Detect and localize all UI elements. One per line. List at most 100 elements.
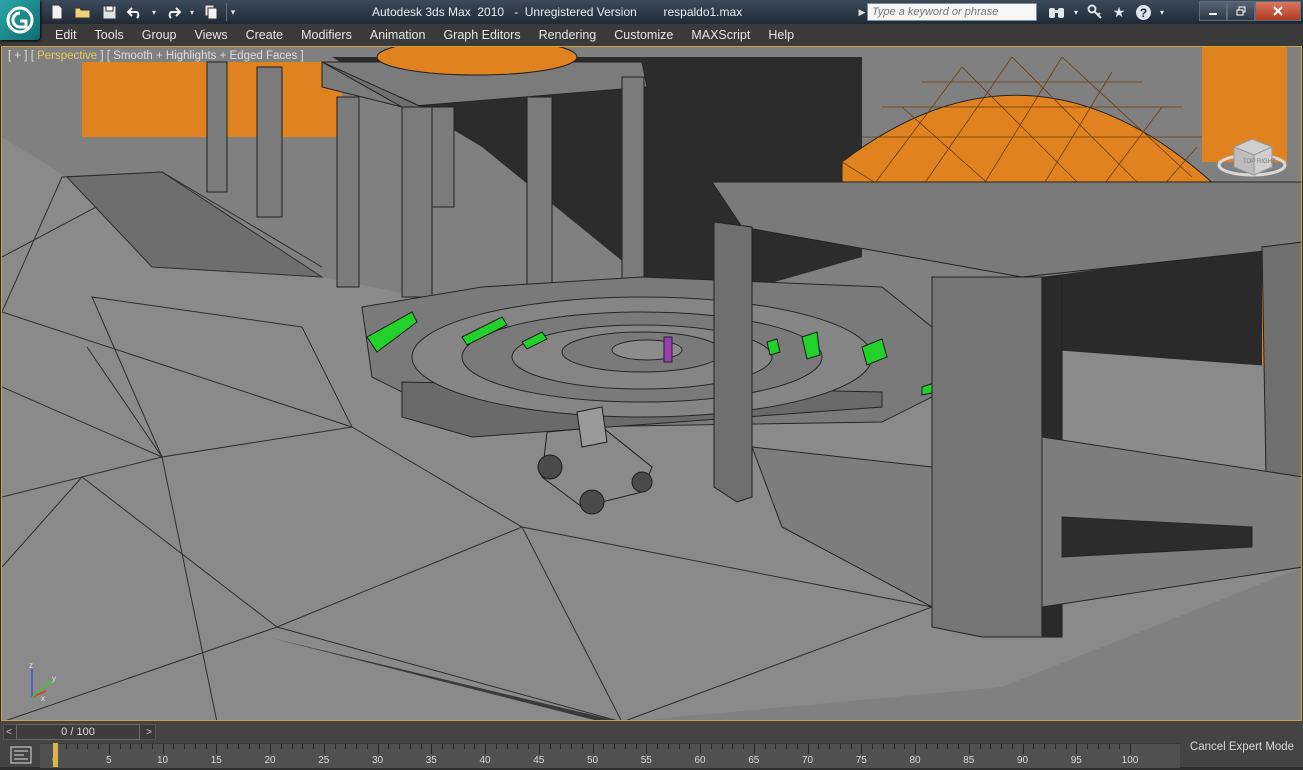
cancel-expert-mode-button[interactable]: Cancel Expert Mode xyxy=(1181,727,1303,767)
time-slider-next-icon[interactable]: > xyxy=(142,724,156,740)
key-tools-icon[interactable] xyxy=(1086,3,1104,21)
save-icon[interactable] xyxy=(98,3,120,21)
viewcube-right-label[interactable]: RIGHT xyxy=(1257,159,1276,165)
track-bar-tick xyxy=(839,744,841,749)
track-bar-tick xyxy=(958,744,959,749)
3ds-max-logo-icon[interactable] xyxy=(0,0,40,40)
track-bar-tick xyxy=(151,744,153,749)
track-bar[interactable]: 0510152025303540455055606570758085909510… xyxy=(40,743,1180,768)
track-bar-frame-label: 85 xyxy=(963,755,975,766)
redo-icon[interactable] xyxy=(162,3,184,21)
track-bar-tick xyxy=(399,744,400,749)
track-bar-tick xyxy=(786,744,787,749)
track-bar-tick xyxy=(775,744,777,749)
time-bar: < 0 / 100 > 0510152025303540455055606570… xyxy=(0,721,1303,768)
track-bar-tick xyxy=(237,744,239,749)
track-bar-tick xyxy=(1011,744,1013,749)
menu-animation[interactable]: Animation xyxy=(361,24,435,46)
mini-curve-editor-icon[interactable] xyxy=(10,745,32,765)
restore-button[interactable] xyxy=(1227,1,1255,21)
toolbar-dropdown-icon[interactable]: ▾ xyxy=(226,3,239,21)
track-bar-tick xyxy=(1044,744,1045,749)
binoculars-icon[interactable] xyxy=(1048,3,1066,21)
viewport-view-name[interactable]: Perspective xyxy=(37,50,97,62)
track-bar-tick xyxy=(302,744,304,749)
track-bar-tick xyxy=(915,744,916,754)
track-bar-tick xyxy=(904,744,906,749)
track-bar-tick xyxy=(377,744,379,754)
menu-graph-editors[interactable]: Graph Editors xyxy=(434,24,529,46)
undo-icon[interactable] xyxy=(124,3,146,21)
track-bar-tick xyxy=(732,744,734,749)
track-bar-tick xyxy=(119,744,121,749)
track-bar-tick xyxy=(968,744,970,754)
minimize-button[interactable] xyxy=(1199,1,1227,21)
menu-help[interactable]: Help xyxy=(759,24,803,46)
viewport-menu-plus[interactable]: [ + ] xyxy=(8,50,28,62)
track-bar-tick xyxy=(485,744,486,754)
track-bar-tick xyxy=(850,744,852,749)
menu-group[interactable]: Group xyxy=(133,24,186,46)
help-dropdown-icon[interactable]: ▾ xyxy=(1158,3,1166,21)
viewcube-icon[interactable]: TOP RIGHT xyxy=(1216,127,1288,183)
project-folder-icon[interactable] xyxy=(200,3,222,21)
track-bar-tick xyxy=(743,744,744,749)
perspective-viewport[interactable]: [ + ] [ Perspective ] [ Smooth + Highlig… xyxy=(1,46,1302,721)
viewcube-top-label[interactable]: TOP xyxy=(1243,159,1255,165)
track-bar-tick xyxy=(1001,744,1002,749)
help-icon[interactable]: ? xyxy=(1134,3,1152,21)
menu-customize[interactable]: Customize xyxy=(605,24,682,46)
menu-rendering[interactable]: Rendering xyxy=(530,24,606,46)
search-input[interactable] xyxy=(867,3,1037,21)
track-bar-tick xyxy=(366,744,368,749)
search-expand-icon[interactable]: ▶ xyxy=(857,2,867,22)
menu-views[interactable]: Views xyxy=(185,24,236,46)
scene-render[interactable] xyxy=(2,47,1302,721)
track-bar-tick xyxy=(313,744,314,749)
open-file-icon[interactable] xyxy=(72,3,94,21)
menu-create[interactable]: Create xyxy=(237,24,293,46)
track-bar-tick xyxy=(1087,744,1088,749)
viewport-shading-mode[interactable]: [ Smooth + Highlights + Edged Faces ] xyxy=(107,50,304,62)
window-controls xyxy=(1199,1,1301,21)
close-button[interactable] xyxy=(1255,1,1301,21)
track-bar-frame-label: 20 xyxy=(264,755,276,766)
time-slider-thumb[interactable]: 0 / 100 xyxy=(16,724,140,740)
track-bar-tick xyxy=(818,744,820,749)
time-slider-prev-icon[interactable]: < xyxy=(3,724,15,740)
new-file-icon[interactable] xyxy=(46,3,68,21)
track-bar-tick xyxy=(925,744,927,749)
menu-maxscript[interactable]: MAXScript xyxy=(682,24,759,46)
track-bar-tick xyxy=(1065,744,1067,749)
track-bar-tick xyxy=(549,744,551,749)
track-bar-tick xyxy=(345,744,347,749)
track-bar-tick xyxy=(624,744,626,749)
track-bar-tick xyxy=(1130,744,1131,754)
viewport-label[interactable]: [ + ] [ Perspective ] [ Smooth + Highlig… xyxy=(8,50,304,62)
track-bar-tick xyxy=(678,744,680,749)
track-bar-tick xyxy=(495,744,497,749)
menu-modifiers[interactable]: Modifiers xyxy=(292,24,361,46)
communication-center-icon[interactable]: ▾ xyxy=(1072,3,1080,21)
title-toolbar: ▾ ★ ? ▾ xyxy=(1048,3,1166,21)
star-favorites-icon[interactable]: ★ xyxy=(1110,3,1128,21)
track-bar-tick xyxy=(807,744,809,754)
menu-edit[interactable]: Edit xyxy=(46,24,86,46)
track-bar-tick xyxy=(829,744,830,749)
redo-dropdown-icon[interactable]: ▾ xyxy=(188,3,196,21)
window-title: Autodesk 3ds Max 2010 - Unregistered Ver… xyxy=(372,5,743,19)
undo-dropdown-icon[interactable]: ▾ xyxy=(150,3,158,21)
track-bar-tick xyxy=(76,744,78,749)
track-bar-tick xyxy=(764,744,766,749)
track-bar-tick xyxy=(388,744,390,749)
current-frame-marker[interactable] xyxy=(53,743,58,767)
track-bar-tick xyxy=(356,744,357,749)
track-bar-frame-label: 50 xyxy=(586,755,599,766)
track-bar-frame-label: 60 xyxy=(694,755,706,766)
menu-tools[interactable]: Tools xyxy=(86,24,133,46)
track-bar-tick xyxy=(979,744,981,749)
title-bar: ▾ ▾ ▾ Autodesk 3ds Max 2010 - Unregister… xyxy=(0,0,1303,24)
track-bar-tick xyxy=(173,744,175,749)
track-bar-frame-label: 55 xyxy=(640,755,652,766)
track-bar-frame-label: 25 xyxy=(318,755,330,766)
